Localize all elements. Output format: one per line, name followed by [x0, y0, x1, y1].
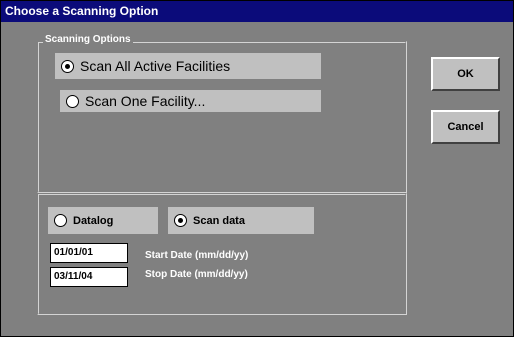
datalog-label: Datalog: [73, 214, 114, 227]
scan-all-facilities-radio[interactable]: Scan All Active Facilities: [55, 53, 321, 79]
cancel-button[interactable]: Cancel: [431, 110, 500, 144]
radio-unselected-icon[interactable]: [54, 214, 67, 227]
scan-one-facility-label: Scan One Facility...: [85, 93, 206, 109]
start-date-label: Start Date (mm/dd/yy): [145, 250, 249, 261]
window-title: Choose a Scanning Option: [5, 4, 159, 18]
scanning-options-legend: Scanning Options: [43, 34, 133, 45]
stop-date-label: Stop Date (mm/dd/yy): [145, 269, 248, 280]
radio-selected-icon[interactable]: [174, 214, 187, 227]
scan-one-facility-radio[interactable]: Scan One Facility...: [60, 90, 321, 112]
scan-data-label: Scan data: [193, 214, 245, 227]
start-date-input[interactable]: 01/01/01: [50, 243, 128, 263]
ok-button[interactable]: OK: [431, 57, 500, 91]
radio-selected-icon[interactable]: [61, 59, 74, 73]
scan-data-radio[interactable]: Scan data: [168, 207, 314, 234]
stop-date-input[interactable]: 03/11/04: [50, 267, 128, 287]
scanning-option-dialog: Choose a Scanning Option Scanning Option…: [0, 0, 514, 337]
title-bar[interactable]: Choose a Scanning Option: [1, 1, 513, 22]
scan-all-facilities-label: Scan All Active Facilities: [80, 58, 231, 74]
radio-unselected-icon[interactable]: [66, 94, 79, 108]
datalog-radio[interactable]: Datalog: [48, 207, 158, 234]
